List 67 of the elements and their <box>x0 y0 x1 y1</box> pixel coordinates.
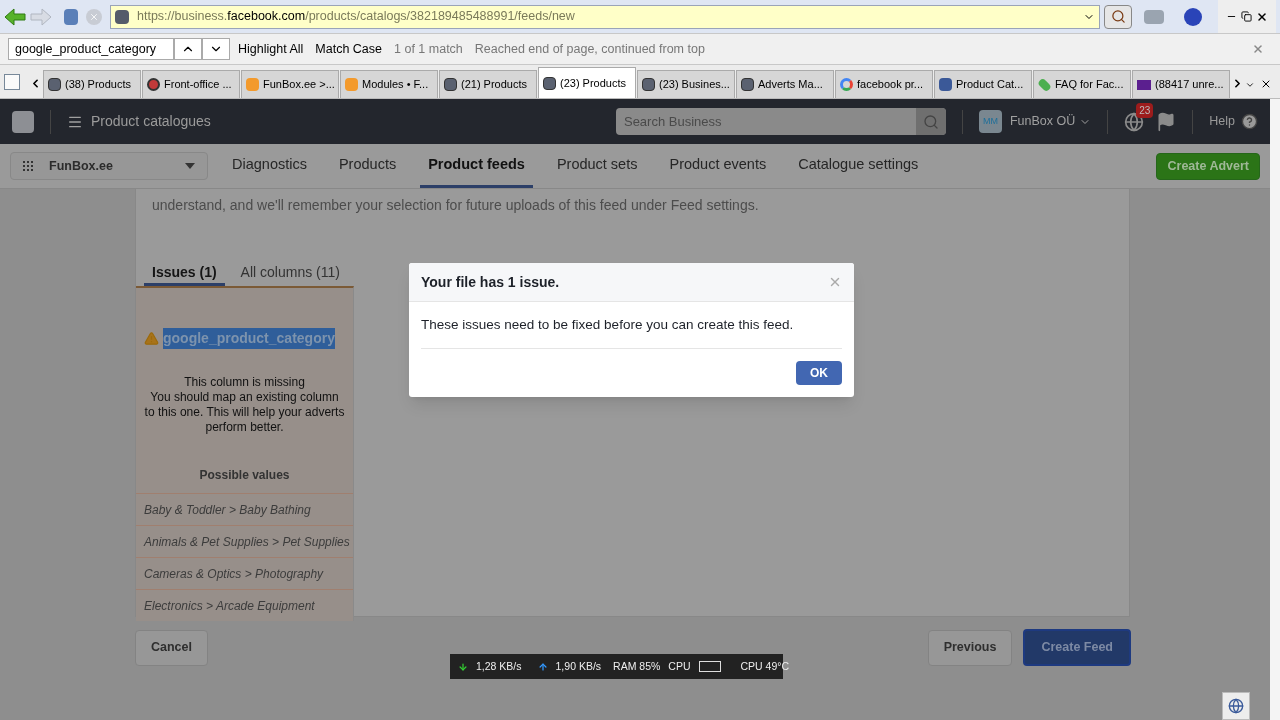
browser-tab[interactable]: (23) Busines... <box>637 70 735 98</box>
browser-tab[interactable]: (21) Products <box>439 70 537 98</box>
close-icon[interactable] <box>1256 10 1268 23</box>
ram-usage: RAM 85% <box>613 658 661 674</box>
nav-tab[interactable]: Diagnostics <box>224 144 315 188</box>
flag-icon[interactable] <box>1156 111 1177 132</box>
url-text: https://business.facebook.com/products/catalogs/382189485488991/feeds/new <box>137 8 576 26</box>
tab-list-icon[interactable] <box>1245 80 1255 90</box>
upload-speed: 1,90 KB/s <box>555 658 602 674</box>
possible-value: Animals & Pet Supplies > Pet Supplies <box>136 525 353 557</box>
download-icon <box>458 661 468 672</box>
account-menu[interactable]: FunBox OÜ <box>1009 112 1092 131</box>
cpu-graph <box>698 661 721 672</box>
browser-tab[interactable]: (38) Products <box>43 70 141 98</box>
highlight-all-button[interactable]: Highlight All <box>238 39 304 59</box>
globe-icon <box>1228 698 1244 714</box>
intro-text: understand, and we'll remember your selection for future uploads of this feed under Feed settings. <box>151 196 760 215</box>
find-status: Reached end of page, continued from top <box>474 40 705 58</box>
match-count: 1 of 1 match <box>394 40 463 58</box>
browser-tab[interactable]: (23) Products <box>538 67 636 98</box>
browser-tab[interactable]: (88417 unre... <box>1132 70 1230 98</box>
back-icon[interactable] <box>4 7 26 26</box>
possible-value: Baby & Toddler > Baby Bathing <box>136 493 353 525</box>
issue-description: You should map an existing column to this one. This will help your adverts perform better. <box>144 390 345 435</box>
warning-icon <box>144 331 159 346</box>
nav-tab[interactable]: Product sets <box>548 144 646 188</box>
restore-icon[interactable] <box>1241 11 1252 22</box>
possible-value: Electronics > Arcade Equipment <box>136 589 353 621</box>
dialog-message: These issues need to be fixed before you can create this feed. <box>421 302 842 350</box>
search-icon[interactable] <box>1104 4 1132 29</box>
values-heading: Possible values <box>198 467 291 484</box>
issue-tab[interactable]: All columns (11) <box>232 262 348 286</box>
page-title: Product catalogues <box>91 112 211 131</box>
help-icon <box>1241 113 1258 130</box>
possible-value: Cameras & Optics > Photography <box>136 557 353 589</box>
nav-tab[interactable]: Product events <box>661 144 775 188</box>
next-match-button[interactable] <box>202 38 230 60</box>
download-speed: 1,28 KB/s <box>476 658 522 674</box>
cpu-label: CPU <box>668 658 691 674</box>
nav-tab[interactable]: Products <box>330 144 405 188</box>
browser-tab[interactable]: Modules • F... <box>340 70 438 98</box>
find-field[interactable]: google_product_category <box>8 38 174 60</box>
browser-tab[interactable]: facebook pr... <box>835 70 933 98</box>
browser-tab[interactable]: Adverts Ma... <box>736 70 834 98</box>
browser-tab[interactable]: Product Cat... <box>934 70 1032 98</box>
address-bar[interactable]: https://business.facebook.com/products/catalogs/382189485488991/feeds/new <box>110 4 1100 29</box>
nav-tab[interactable]: Catalogue settings <box>790 144 927 188</box>
globe-button[interactable] <box>1222 692 1250 720</box>
upload-icon <box>537 661 548 672</box>
catalogue-selector[interactable]: FunBox.ee <box>10 152 208 180</box>
scrollbar[interactable] <box>1270 99 1280 720</box>
previous-match-button[interactable] <box>174 38 202 60</box>
issue-description: This column is missing <box>183 375 306 390</box>
help-button[interactable]: Help <box>1209 112 1258 131</box>
browser-tab[interactable]: Front-office ... <box>142 70 240 98</box>
notification-badge: 23 <box>1136 102 1154 118</box>
dialog-title: Your file has 1 issue. <box>421 272 561 292</box>
cpu-temperature: CPU 49°C <box>740 658 790 674</box>
browser-tab[interactable]: FunBox.ee >... <box>241 70 339 98</box>
ok-button[interactable]: OK <box>796 361 842 386</box>
column-name: google_product_category <box>163 328 335 349</box>
cancel-button[interactable]: Cancel <box>135 629 208 666</box>
browser-tab[interactable]: FAQ for Fac... <box>1033 70 1131 98</box>
match-case-button[interactable]: Match Case <box>315 39 383 59</box>
search-icon[interactable] <box>915 108 946 135</box>
close-tab-icon[interactable] <box>1260 78 1272 90</box>
previous-button[interactable]: Previous <box>927 629 1013 666</box>
